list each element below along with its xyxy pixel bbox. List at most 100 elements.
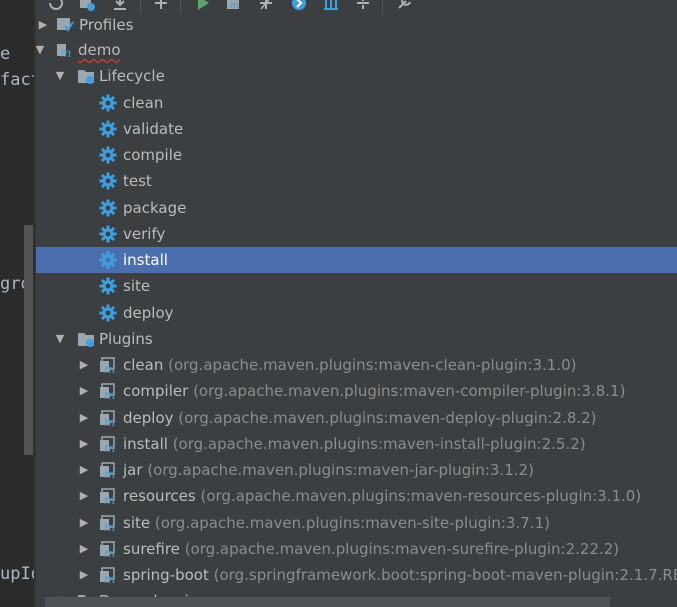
maven-plugin-icon: m: [100, 515, 115, 532]
svg-text:m: m: [104, 493, 115, 505]
maven-plugin-icon: m: [100, 436, 115, 453]
lifecycle-item-test[interactable]: test: [36, 168, 677, 194]
lifecycle-item-label: clean: [123, 94, 164, 112]
maven-plugin-icon: m: [100, 488, 115, 505]
chevron-right-icon[interactable]: ▶: [77, 431, 91, 457]
lifecycle-item-deploy[interactable]: deploy: [36, 300, 677, 326]
gear-icon: [99, 120, 117, 138]
gear-icon: [99, 94, 117, 112]
maven-plugin-icon: m: [100, 383, 115, 400]
maven-plugin-icon: m: [100, 541, 115, 558]
plugin-item-clean[interactable]: ▶ m clean (org.apache.maven.plugins:mave…: [36, 352, 677, 378]
gear-icon: [99, 172, 117, 190]
plugin-name: site: [123, 514, 151, 532]
lifecycle-item-compile[interactable]: compile: [36, 142, 677, 168]
chevron-right-icon[interactable]: ▶: [77, 562, 91, 588]
plugin-item-install[interactable]: ▶ m install (org.apache.maven.plugins:ma…: [36, 431, 677, 457]
plugin-name: resources: [123, 487, 196, 505]
tree-node-profiles[interactable]: ▶ Profiles: [36, 12, 677, 38]
chevron-right-icon[interactable]: ▶: [77, 536, 91, 562]
chevron-right-icon[interactable]: ▶: [77, 352, 91, 378]
plugin-coordinates: (org.springframework.boot:spring-boot-ma…: [213, 566, 677, 584]
chevron-right-icon[interactable]: ▶: [77, 510, 91, 536]
plugin-item-surefire[interactable]: ▶ m surefire (org.apache.maven.plugins:m…: [36, 536, 677, 562]
chevron-right-icon[interactable]: ▶: [77, 378, 91, 404]
plugin-coordinates: (org.apache.maven.plugins:maven-site-plu…: [154, 514, 550, 532]
lifecycle-item-verify[interactable]: verify: [36, 221, 677, 247]
chevron-right-icon[interactable]: ▶: [77, 457, 91, 483]
gear-icon: [99, 277, 117, 295]
profiles-icon: [57, 18, 74, 32]
lifecycle-item-site[interactable]: site: [36, 273, 677, 299]
plugin-name: surefire: [123, 540, 180, 558]
lifecycle-item-validate[interactable]: validate: [36, 116, 677, 142]
plugin-coordinates: (org.apache.maven.plugins:maven-compiler…: [193, 382, 626, 400]
chevron-right-icon[interactable]: ▶: [77, 405, 91, 431]
maven-projects-tree[interactable]: ▶ Profiles ▼ m demo ▼ Lifecycle clean va…: [36, 0, 677, 607]
plugin-name: clean: [123, 356, 164, 374]
plugin-item-resources[interactable]: ▶ m resources (org.apache.maven.plugins:…: [36, 483, 677, 509]
lifecycle-item-label: verify: [123, 225, 166, 243]
plugin-name: jar: [123, 461, 143, 479]
editor-text: fact: [0, 70, 34, 90]
tree-node-label: Lifecycle: [99, 67, 165, 85]
lifecycle-folder-icon: [78, 70, 94, 84]
svg-text:m: m: [104, 467, 115, 479]
plugin-item-spring-boot[interactable]: ▶ m spring-boot (org.springframework.boo…: [36, 562, 677, 588]
plugin-name: spring-boot: [123, 566, 209, 584]
svg-text:m: m: [104, 362, 115, 374]
plugins-folder-icon: [78, 333, 94, 347]
editor-fragment: e fact gro upId: [0, 0, 34, 607]
chevron-down-icon[interactable]: ▼: [33, 37, 47, 63]
plugin-name: compiler: [123, 382, 189, 400]
plugin-coordinates: (org.apache.maven.plugins:maven-resource…: [200, 487, 642, 505]
chevron-down-icon[interactable]: ▼: [53, 326, 67, 352]
lifecycle-item-install[interactable]: install: [36, 247, 677, 273]
editor-text: e: [0, 44, 11, 64]
tree-node-lifecycle[interactable]: ▼ Lifecycle: [36, 63, 677, 89]
gear-icon: [99, 225, 117, 243]
lifecycle-item-label: site: [123, 277, 151, 295]
chevron-right-icon[interactable]: ▶: [36, 12, 50, 38]
lifecycle-item-label: compile: [123, 146, 183, 164]
maven-plugin-icon: m: [100, 410, 115, 427]
gear-icon: [99, 199, 117, 217]
svg-text:m: m: [104, 441, 115, 453]
horizontal-scrollbar[interactable]: [45, 597, 610, 607]
plugin-coordinates: (org.apache.maven.plugins:maven-install-…: [172, 435, 586, 453]
gear-icon: [99, 304, 117, 322]
plugin-item-compiler[interactable]: ▶ m compiler (org.apache.maven.plugins:m…: [36, 378, 677, 404]
gear-icon: [99, 251, 117, 269]
lifecycle-item-label: validate: [123, 120, 184, 138]
svg-text:m: m: [104, 520, 115, 532]
maven-plugin-icon: m: [100, 567, 115, 584]
plugin-item-deploy[interactable]: ▶ m deploy (org.apache.maven.plugins:mav…: [36, 405, 677, 431]
editor-scrollbar[interactable]: [24, 225, 33, 455]
svg-text:m: m: [104, 572, 115, 584]
chevron-down-icon[interactable]: ▼: [53, 63, 67, 89]
lifecycle-item-label: deploy: [123, 304, 174, 322]
svg-text:m: m: [104, 546, 115, 558]
maven-plugin-icon: m: [100, 357, 115, 374]
lifecycle-item-clean[interactable]: clean: [36, 90, 677, 116]
chevron-right-icon[interactable]: ▶: [77, 483, 91, 509]
maven-plugin-icon: m: [100, 462, 115, 479]
plugin-coordinates: (org.apache.maven.plugins:maven-surefire…: [184, 540, 620, 558]
lifecycle-item-label: test: [123, 172, 152, 190]
gear-icon: [99, 146, 117, 164]
plugin-coordinates: (org.apache.maven.plugins:maven-clean-pl…: [168, 356, 577, 374]
plugin-item-site[interactable]: ▶ m site (org.apache.maven.plugins:maven…: [36, 510, 677, 536]
plugin-item-jar[interactable]: ▶ m jar (org.apache.maven.plugins:maven-…: [36, 457, 677, 483]
lifecycle-item-package[interactable]: package: [36, 195, 677, 221]
svg-text:m: m: [60, 46, 71, 59]
tree-node-plugins[interactable]: ▼ Plugins: [36, 326, 677, 352]
tree-node-label: Profiles: [79, 16, 134, 34]
tree-node-label: Plugins: [99, 330, 153, 348]
tree-node-project-demo[interactable]: ▼ m demo: [36, 37, 677, 63]
maven-project-icon: m: [57, 44, 71, 59]
lifecycle-item-label: install: [123, 251, 168, 269]
plugin-coordinates: (org.apache.maven.plugins:maven-jar-plug…: [147, 461, 534, 479]
lifecycle-item-label: package: [123, 199, 187, 217]
editor-text: upId: [0, 564, 34, 584]
plugin-name: deploy: [123, 409, 174, 427]
